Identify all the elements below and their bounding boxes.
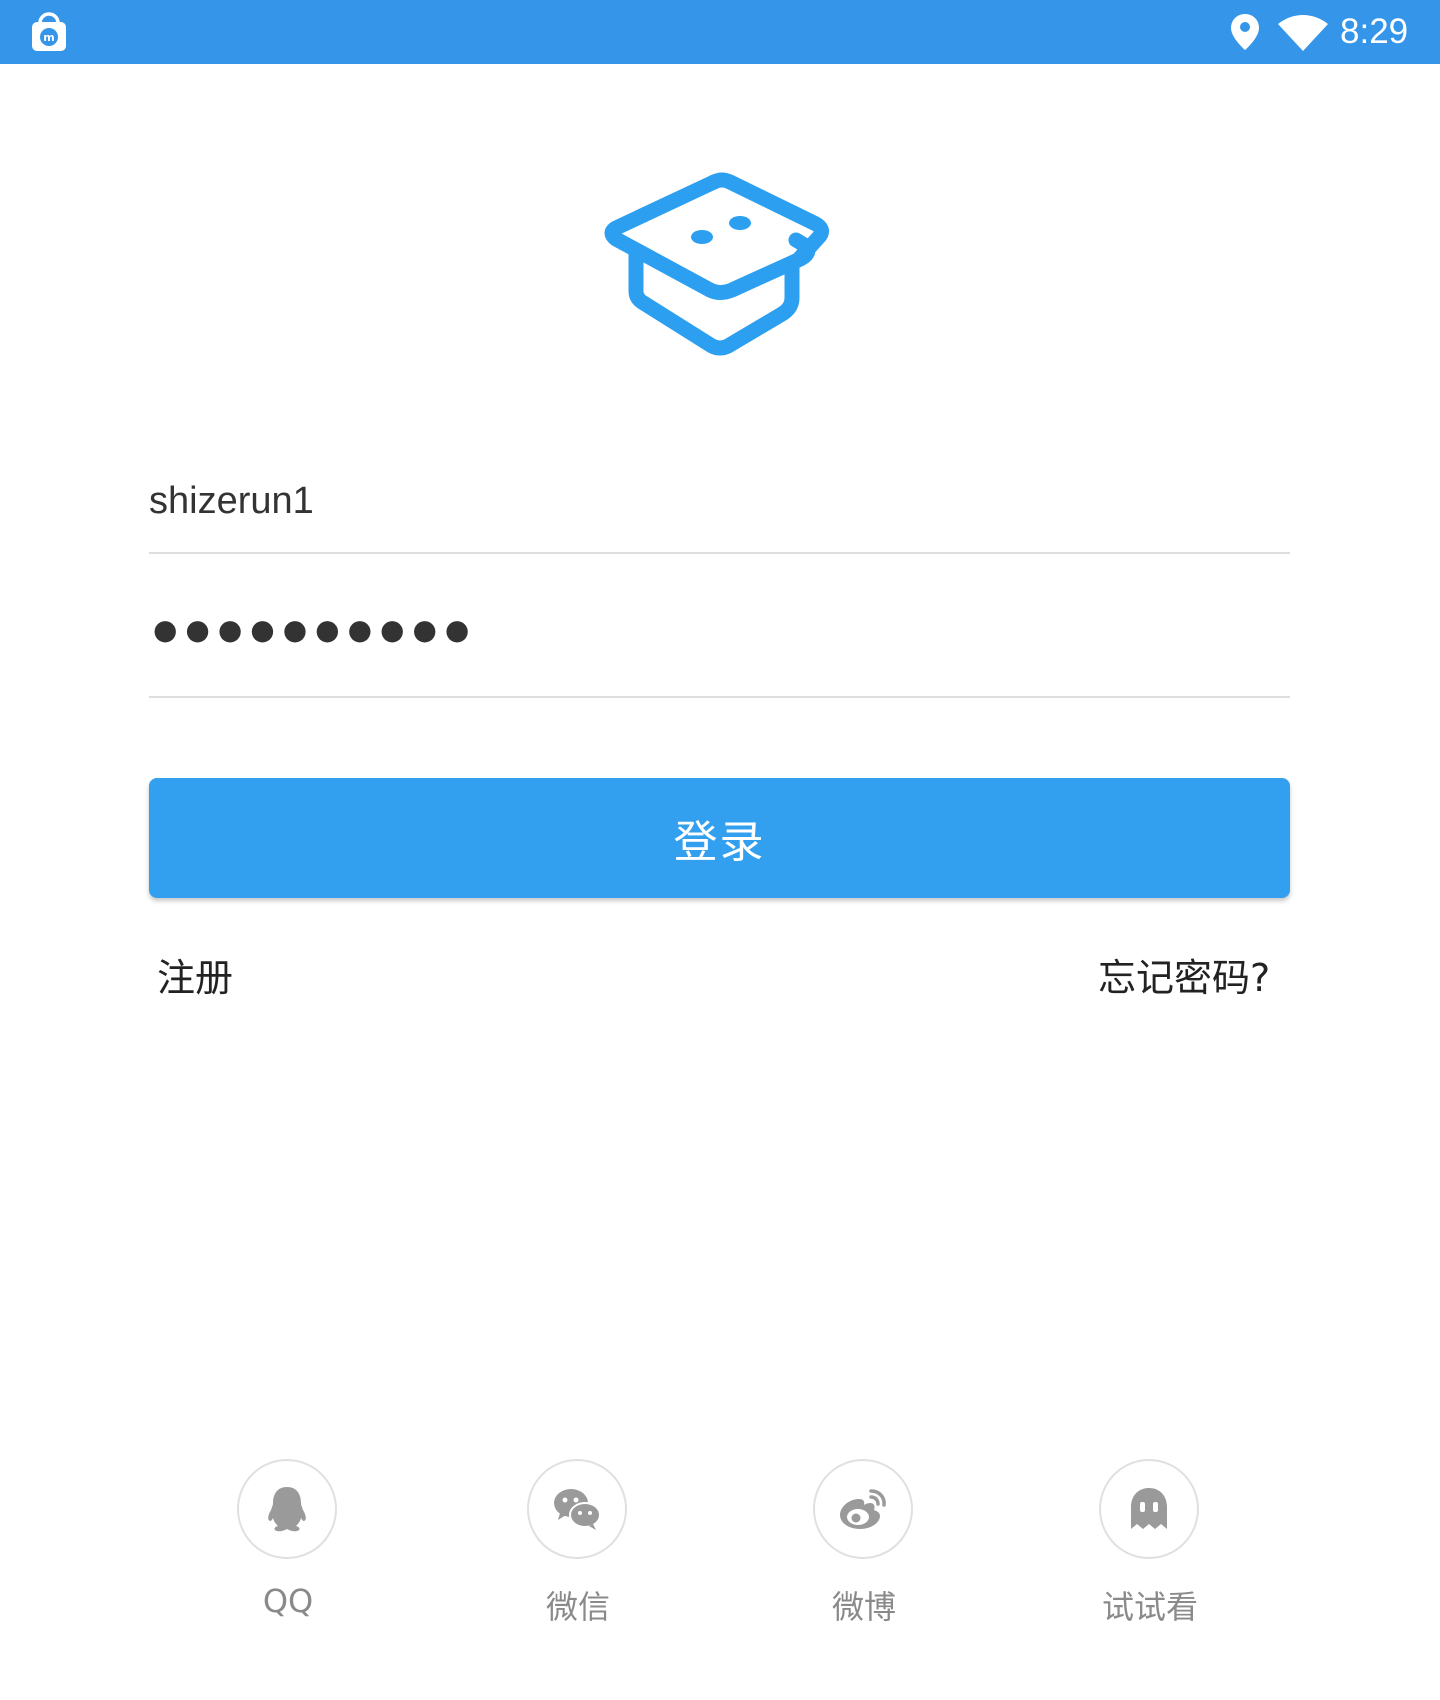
- weibo-icon: [840, 1489, 886, 1529]
- ghost-icon: [1131, 1488, 1167, 1529]
- login-button-label: 登录: [673, 817, 766, 868]
- status-bar: m 8:29: [0, 0, 1440, 64]
- password-field[interactable]: ●●●●●●●●●●: [149, 582, 1290, 698]
- register-link[interactable]: 注册: [157, 948, 233, 1008]
- password-value: ●●●●●●●●●●: [153, 613, 478, 646]
- ghost-icon-circle[interactable]: [1099, 1459, 1199, 1559]
- qq-login-button[interactable]: QQ: [218, 1456, 358, 1636]
- wifi-icon: [1278, 15, 1328, 51]
- qq-icon-circle[interactable]: [237, 1459, 337, 1559]
- status-time: 8:29: [1340, 12, 1409, 51]
- forgot-password-link[interactable]: 忘记密码?: [1098, 948, 1270, 1008]
- trial-label: 试试看: [1101, 1588, 1198, 1626]
- weibo-icon-circle[interactable]: [813, 1459, 913, 1559]
- username-field[interactable]: shizerun1: [149, 466, 1290, 554]
- login-button[interactable]: 登录: [149, 778, 1290, 898]
- qq-label: QQ: [262, 1582, 314, 1620]
- trial-login-button[interactable]: 试试看: [1080, 1456, 1220, 1636]
- graduation-cap-logo-icon: [604, 172, 829, 356]
- weibo-label: 微博: [831, 1588, 896, 1626]
- wechat-label: 微信: [545, 1588, 610, 1626]
- weibo-login-button[interactable]: 微博: [794, 1456, 934, 1636]
- wechat-login-button[interactable]: 微信: [508, 1456, 648, 1636]
- username-value: shizerun1: [149, 480, 314, 522]
- svg-text:m: m: [43, 31, 54, 44]
- wechat-icon-circle[interactable]: [527, 1459, 627, 1559]
- qq-penguin-icon: [268, 1487, 306, 1532]
- app-store-bag-icon: m: [32, 12, 66, 51]
- wechat-icon: [554, 1489, 601, 1530]
- location-pin-icon: [1231, 14, 1259, 50]
